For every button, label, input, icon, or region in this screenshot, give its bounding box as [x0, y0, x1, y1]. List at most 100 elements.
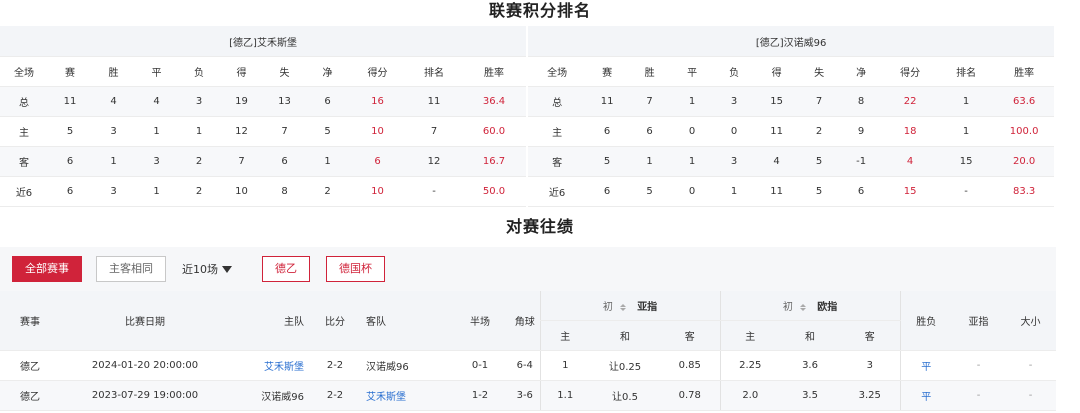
standings-col-header: 得分: [882, 56, 939, 87]
asian-line-header: 和: [590, 320, 660, 351]
standings-cell: -: [406, 176, 462, 207]
standings-cell: 2: [178, 146, 220, 177]
sort-icon[interactable]: [800, 303, 807, 311]
standings-cell: 6: [586, 116, 629, 147]
home-team-name: [德乙]艾禾斯堡: [0, 26, 527, 57]
euro-draw-header: 和: [780, 320, 841, 351]
date-cell: 2023-07-29 19:00:00: [60, 380, 230, 411]
head-to-head-table: 赛事 比赛日期 主队 比分 客队 半场 角球 初 亚指 初 欧指 胜负 亚指 大…: [0, 291, 1057, 411]
standings-cell: 3: [135, 146, 178, 177]
standings-col-header: 得分: [349, 56, 406, 87]
standings-cell: 1: [135, 176, 178, 207]
triangle-down-icon: [222, 265, 232, 273]
standings-cell: 16.7: [462, 146, 527, 177]
asian-odds-group[interactable]: 初 亚指: [539, 291, 721, 321]
standings-row: 主 6 6 0 0 11 2 9 18 1 100.0: [528, 116, 1055, 147]
asian-home-header: 主: [539, 320, 590, 351]
standings-header-row: 全场赛胜平负得失净得分 排名 胜率: [0, 56, 527, 87]
asian-odds-label: 亚指: [637, 302, 658, 313]
standings-cell: 12: [406, 146, 462, 177]
standings-cell: 10: [220, 176, 263, 207]
standings-cell: 7: [628, 86, 672, 117]
standings-cell: 1: [671, 146, 714, 177]
standings-cell: -: [938, 176, 995, 207]
standings-row: 客 5 1 1 3 4 5 -1 4 15 20.0: [528, 146, 1055, 177]
date-cell: 2024-01-20 20:00:00: [60, 350, 230, 381]
league-filter-button[interactable]: 德乙: [262, 256, 310, 282]
col-home: 主队: [230, 291, 310, 351]
col-date: 比赛日期: [60, 291, 230, 351]
asian-result-cell: -: [952, 380, 1006, 411]
standings-col-header: 得: [755, 56, 799, 87]
euro-draw-odds: 3.5: [780, 380, 841, 411]
standings-cell: 3: [713, 146, 756, 177]
euro-home-odds: 2.0: [719, 380, 781, 411]
asian-home-odds: 1.1: [539, 380, 590, 411]
standings-cell: 0: [671, 116, 714, 147]
standings-cell: 11: [48, 86, 92, 117]
standings-cell: 1: [178, 116, 220, 147]
standings-cell: 5: [586, 146, 629, 177]
col-away: 客队: [360, 291, 450, 351]
standings-cell: 22: [882, 86, 939, 117]
standings-cell: 2: [306, 176, 349, 207]
standings-cell: 总: [0, 86, 48, 117]
standings-cell: 3: [92, 176, 135, 207]
home-team-cell[interactable]: 艾禾斯堡: [230, 350, 310, 381]
standings-cell: 7: [798, 86, 841, 117]
standings-cell: 1: [92, 146, 135, 177]
home-team-cell: 汉诺威96: [230, 380, 310, 411]
standings-col-header: 负: [178, 56, 220, 87]
standings-cell: 83.3: [994, 176, 1055, 207]
standings-col-header: 得: [220, 56, 263, 87]
standings-cell: 100.0: [994, 116, 1055, 147]
result-cell: 平: [899, 380, 953, 411]
asian-away-header: 客: [660, 320, 721, 351]
standings-cell: 1: [713, 176, 756, 207]
same-home-away-button[interactable]: 主客相同: [96, 256, 166, 282]
away-team-cell: 汉诺威96: [360, 350, 450, 381]
standings-cell: 10: [349, 116, 406, 147]
standings-col-header: 全场: [0, 56, 48, 87]
col-competition: 赛事: [0, 291, 60, 351]
competition-cell: 德乙: [0, 350, 60, 381]
corners-cell: 6-4: [510, 350, 540, 381]
all-matches-button[interactable]: 全部赛事: [12, 256, 82, 282]
col-asian-result: 亚指: [952, 291, 1006, 351]
standings-cell: 19: [220, 86, 263, 117]
standings-col-header: 胜率: [462, 56, 527, 87]
standings-cell: 客: [0, 146, 48, 177]
asian-away-odds: 0.85: [660, 350, 721, 381]
standings-cell: 15: [882, 176, 939, 207]
standings-cell: 6: [48, 146, 92, 177]
recent-matches-dropdown[interactable]: 近10场: [182, 261, 232, 277]
euro-home-odds: 2.25: [719, 350, 781, 381]
cup-filter-button[interactable]: 德国杯: [326, 256, 385, 282]
over-under-cell: -: [1005, 380, 1057, 411]
euro-away-header: 客: [840, 320, 901, 351]
sort-icon[interactable]: [620, 303, 626, 311]
away-team-standings: [德乙]汉诺威96 全场赛胜平负得失净得分 排名 胜率 总 11 7 1 3 15 7 8 22 1 6…: [528, 26, 1055, 207]
standings-cell: 6: [628, 116, 672, 147]
standings-row: 主 5 3 1 1 12 7 5 10 7 60.0: [0, 116, 527, 147]
standings-cell: 11: [755, 176, 799, 207]
asian-away-odds: 0.78: [660, 380, 721, 411]
standings-row: 客 6 1 3 2 7 6 1 6 12 16.7: [0, 146, 527, 177]
filter-bar: 全部赛事 主客相同 近10场 德乙 德国杯: [0, 247, 1056, 291]
standings-cell: 5: [48, 116, 92, 147]
standings-cell: 近6: [528, 176, 587, 207]
standings-cell: 63.6: [994, 86, 1055, 117]
euro-odds-group[interactable]: 初 欧指: [719, 291, 901, 321]
standings-title: 联赛积分排名: [488, 1, 591, 20]
away-team-cell[interactable]: 艾禾斯堡: [360, 380, 450, 411]
standings-col-header: 胜: [92, 56, 135, 87]
standings-cell: 4: [135, 86, 178, 117]
standings-cell: 6: [586, 176, 629, 207]
standings-cell: 1: [135, 116, 178, 147]
standings-cell: 主: [0, 116, 48, 147]
score-cell: 2-2: [310, 350, 360, 381]
standings-cell: 3: [92, 116, 135, 147]
away-team-name: [德乙]汉诺威96: [528, 26, 1055, 57]
corners-cell: 3-6: [510, 380, 540, 411]
standings-cell: 4: [755, 146, 799, 177]
